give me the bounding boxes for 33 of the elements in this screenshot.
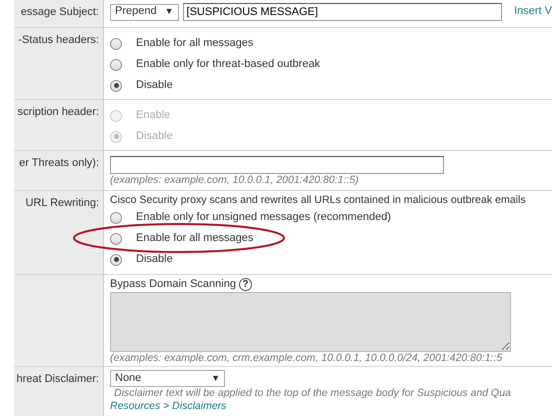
disclaimers-link[interactable]: Resources > Disclaimers bbox=[110, 400, 226, 412]
field-label: scription header: bbox=[14, 100, 104, 150]
field-label: er Threats only): bbox=[14, 151, 104, 190]
bypass-domains-field[interactable] bbox=[110, 292, 511, 352]
radio-button[interactable] bbox=[110, 58, 122, 70]
radio-button[interactable] bbox=[110, 80, 122, 92]
option-label: Disable bbox=[136, 252, 173, 267]
field-label: URL Rewriting: bbox=[14, 191, 104, 274]
disclaimer-note: Disclaimer text will be applied to the top of the message body for Suspicious and Qua bbox=[113, 387, 512, 400]
example-hint: (examples: example.com, 10.0.0.1, 2001:420:80:1::5) bbox=[110, 174, 360, 188]
field-label: -Status headers: bbox=[14, 28, 104, 99]
mode-dropdown[interactable]: Prepend ▼ bbox=[110, 4, 179, 20]
option-label: Enable only for threat-based outbreak bbox=[136, 58, 320, 72]
field-label: hreat Disclaimer: bbox=[14, 367, 104, 416]
description-text: Cisco Security proxy scans and rewrites all URLs contained in malicious outbreak emails bbox=[110, 194, 527, 208]
insert-link[interactable]: Insert V bbox=[514, 5, 552, 19]
help-icon[interactable]: ? bbox=[238, 278, 252, 292]
radio-button[interactable] bbox=[110, 38, 122, 50]
radio-button[interactable] bbox=[110, 254, 122, 266]
radio-button[interactable] bbox=[110, 212, 122, 224]
section-title: Bypass Domain Scanning bbox=[110, 278, 236, 292]
field-label: essage Subject: bbox=[14, 0, 104, 27]
option-label: Enable only for unsigned messages (recommended) bbox=[136, 210, 391, 225]
domain-field[interactable] bbox=[110, 156, 444, 174]
option-label: Disable bbox=[136, 78, 173, 92]
radio-button[interactable] bbox=[110, 232, 122, 245]
option-label: Enable bbox=[136, 108, 170, 122]
disclaimer-dropdown[interactable]: None ▼ bbox=[110, 370, 225, 387]
option-label: Enable for all messages bbox=[136, 36, 254, 50]
example-hint: (examples: example.com, crm.example.com, 10.0.0.1, 10.0.0.0/24, 2001:420:80:1::5 bbox=[110, 352, 504, 365]
option-label: Enable for all messages bbox=[136, 232, 254, 246]
subject-field[interactable]: [SUSPICIOUS MESSAGE] bbox=[182, 3, 502, 21]
option-label: Disable bbox=[136, 130, 173, 144]
